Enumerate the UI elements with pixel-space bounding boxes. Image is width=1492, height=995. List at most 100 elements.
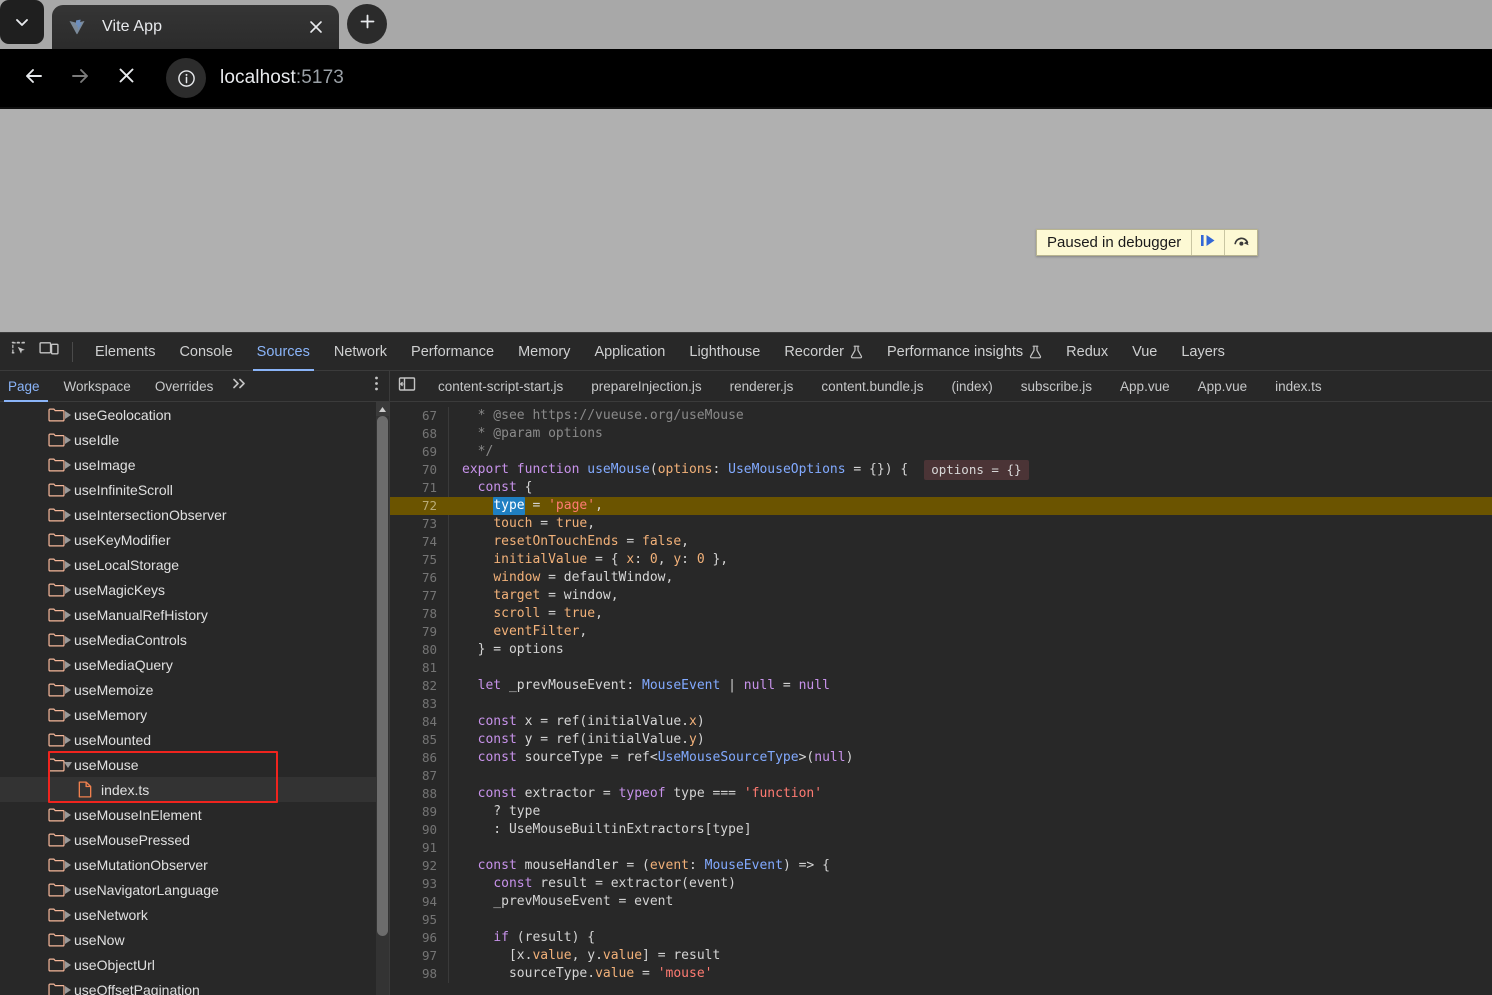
code-line-text[interactable]: eventFilter, <box>448 623 1492 641</box>
file-tree-folder[interactable]: useNavigatorLanguage <box>0 877 389 902</box>
code-line-number[interactable]: 79 <box>390 623 448 641</box>
devtools-tab-recorder[interactable]: Recorder <box>772 333 875 371</box>
code-line-text[interactable]: touch = true, <box>448 515 1492 533</box>
code-line-number[interactable]: 76 <box>390 569 448 587</box>
code-line-text[interactable]: const result = extractor(event) <box>448 875 1492 893</box>
code-line-number[interactable]: 92 <box>390 857 448 875</box>
chevron-right-icon[interactable] <box>62 509 74 521</box>
chevron-right-icon[interactable] <box>62 834 74 846</box>
back-button[interactable] <box>12 56 56 100</box>
info-circle-icon[interactable] <box>166 58 206 98</box>
code-line-text[interactable]: ? type <box>448 803 1492 821</box>
code-line-text[interactable] <box>448 659 1492 677</box>
code-line[interactable]: 69 */ <box>390 443 1492 461</box>
code-line-text[interactable]: * @param options <box>448 425 1492 443</box>
code-line-number[interactable]: 86 <box>390 749 448 767</box>
code-line[interactable]: 73 touch = true, <box>390 515 1492 533</box>
code-line-text[interactable]: sourceType. value = 'mouse' <box>448 965 1492 983</box>
navigator-tab-page[interactable]: Page <box>0 371 52 402</box>
code-line-text[interactable]: : UseMouseBuiltinExtractors[type] <box>448 821 1492 839</box>
code-line-number[interactable]: 87 <box>390 767 448 785</box>
code-line-text[interactable]: const y = ref (initialValue. y) <box>448 731 1492 749</box>
code-line[interactable]: 94 _prevMouseEvent = event <box>390 893 1492 911</box>
editor-tab[interactable]: index.ts <box>1261 371 1336 401</box>
file-tree-folder[interactable]: useInfiniteScroll <box>0 477 389 502</box>
chevron-right-icon[interactable] <box>62 959 74 971</box>
code-line-text[interactable]: scroll = true, <box>448 605 1492 623</box>
chevron-right-icon[interactable] <box>62 559 74 571</box>
code-line[interactable]: 76 window = defaultWindow, <box>390 569 1492 587</box>
show-navigator-button[interactable] <box>390 376 424 397</box>
chevron-right-icon[interactable] <box>62 659 74 671</box>
devtools-tab-performance[interactable]: Performance <box>399 333 506 371</box>
editor-tab[interactable]: App.vue <box>1106 371 1184 401</box>
navigator-scrollbar-thumb[interactable] <box>377 416 388 936</box>
devtools-tab-performance-insights[interactable]: Performance insights <box>875 333 1054 371</box>
code-line-text[interactable]: initialValue = { x: 0, y: 0 }, <box>448 551 1492 569</box>
chevron-down-icon[interactable] <box>62 759 74 771</box>
code-line[interactable]: 89 ? type <box>390 803 1492 821</box>
file-tree-folder[interactable]: useOffsetPagination <box>0 977 389 995</box>
code-line-text[interactable]: target = window, <box>448 587 1492 605</box>
chevron-right-icon[interactable] <box>62 409 74 421</box>
navigator-scrollbar[interactable] <box>376 402 389 995</box>
code-line-text[interactable]: resetOnTouchEnds = false, <box>448 533 1492 551</box>
toggle-device-toolbar-button[interactable] <box>34 337 64 367</box>
devtools-tab-lighthouse[interactable]: Lighthouse <box>677 333 772 371</box>
editor-tab[interactable]: subscribe.js <box>1007 371 1106 401</box>
code-line-text[interactable]: let _prevMouseEvent: MouseEvent | null =… <box>448 677 1492 695</box>
code-line-number[interactable]: 94 <box>390 893 448 911</box>
inspect-element-button[interactable] <box>4 337 34 367</box>
devtools-tab-sources[interactable]: Sources <box>245 333 322 371</box>
file-tree-folder[interactable]: useNetwork <box>0 902 389 927</box>
file-tree-folder[interactable]: useIntersectionObserver <box>0 502 389 527</box>
file-tree-folder[interactable]: useMemory <box>0 702 389 727</box>
devtools-tab-layers[interactable]: Layers <box>1169 333 1237 371</box>
code-line-number[interactable]: 80 <box>390 641 448 659</box>
code-line-number[interactable]: 73 <box>390 515 448 533</box>
code-line-number[interactable]: 98 <box>390 965 448 983</box>
code-line-execution-paused[interactable]: 72 type = 'page', <box>390 497 1492 515</box>
navigator-more-tabs-button[interactable] <box>225 377 254 395</box>
chevron-right-icon[interactable] <box>62 484 74 496</box>
code-line-text[interactable]: const extractor = typeof type === 'funct… <box>448 785 1492 803</box>
file-tree-folder[interactable]: useIdle <box>0 427 389 452</box>
file-tree-folder[interactable]: useMounted <box>0 727 389 752</box>
chevron-right-icon[interactable] <box>62 809 74 821</box>
address-bar[interactable]: localhost:5173 <box>166 58 1468 98</box>
new-tab-button[interactable] <box>347 4 387 44</box>
code-line[interactable]: 97 [x. value, y. value] = result <box>390 947 1492 965</box>
code-line-text[interactable]: type = 'page', <box>448 497 1492 515</box>
code-line[interactable]: 83 <box>390 695 1492 713</box>
forward-button[interactable] <box>58 56 102 100</box>
editor-tab[interactable]: App.vue <box>1184 371 1262 401</box>
code-line[interactable]: 79 eventFilter, <box>390 623 1492 641</box>
chevron-right-icon[interactable] <box>62 884 74 896</box>
code-line-text[interactable] <box>448 695 1492 713</box>
chevron-right-icon[interactable] <box>62 584 74 596</box>
code-line-text[interactable]: * @see https://vueuse.org/useMouse <box>448 407 1492 425</box>
browser-tab[interactable]: Vite App <box>52 5 339 49</box>
file-tree-folder[interactable]: useKeyModifier <box>0 527 389 552</box>
devtools-tab-application[interactable]: Application <box>582 333 677 371</box>
file-tree-folder[interactable]: useMousePressed <box>0 827 389 852</box>
editor-tab[interactable]: renderer.js <box>716 371 808 401</box>
code-line-number[interactable]: 82 <box>390 677 448 695</box>
code-line-text[interactable]: _prevMouseEvent = event <box>448 893 1492 911</box>
code-line[interactable]: 98 sourceType. value = 'mouse' <box>390 965 1492 983</box>
code-editor-content[interactable]: 67 * @see https://vueuse.org/useMouse 68 … <box>390 402 1492 995</box>
stop-loading-button[interactable] <box>104 56 148 100</box>
file-tree-folder[interactable]: useMemoize <box>0 677 389 702</box>
chevron-right-icon[interactable] <box>62 434 74 446</box>
tab-search-button[interactable] <box>0 0 44 44</box>
chevron-right-icon[interactable] <box>62 459 74 471</box>
chevron-right-icon[interactable] <box>62 534 74 546</box>
code-line-text[interactable]: const { <box>448 479 1492 497</box>
resume-script-button[interactable] <box>1191 230 1224 255</box>
chevron-right-icon[interactable] <box>62 734 74 746</box>
code-line-text[interactable] <box>448 911 1492 929</box>
devtools-tab-vue[interactable]: Vue <box>1120 333 1169 371</box>
code-line-text[interactable] <box>448 767 1492 785</box>
code-line[interactable]: 77 target = window, <box>390 587 1492 605</box>
code-line-text[interactable]: export function useMouse(options: UseMou… <box>448 460 1492 480</box>
